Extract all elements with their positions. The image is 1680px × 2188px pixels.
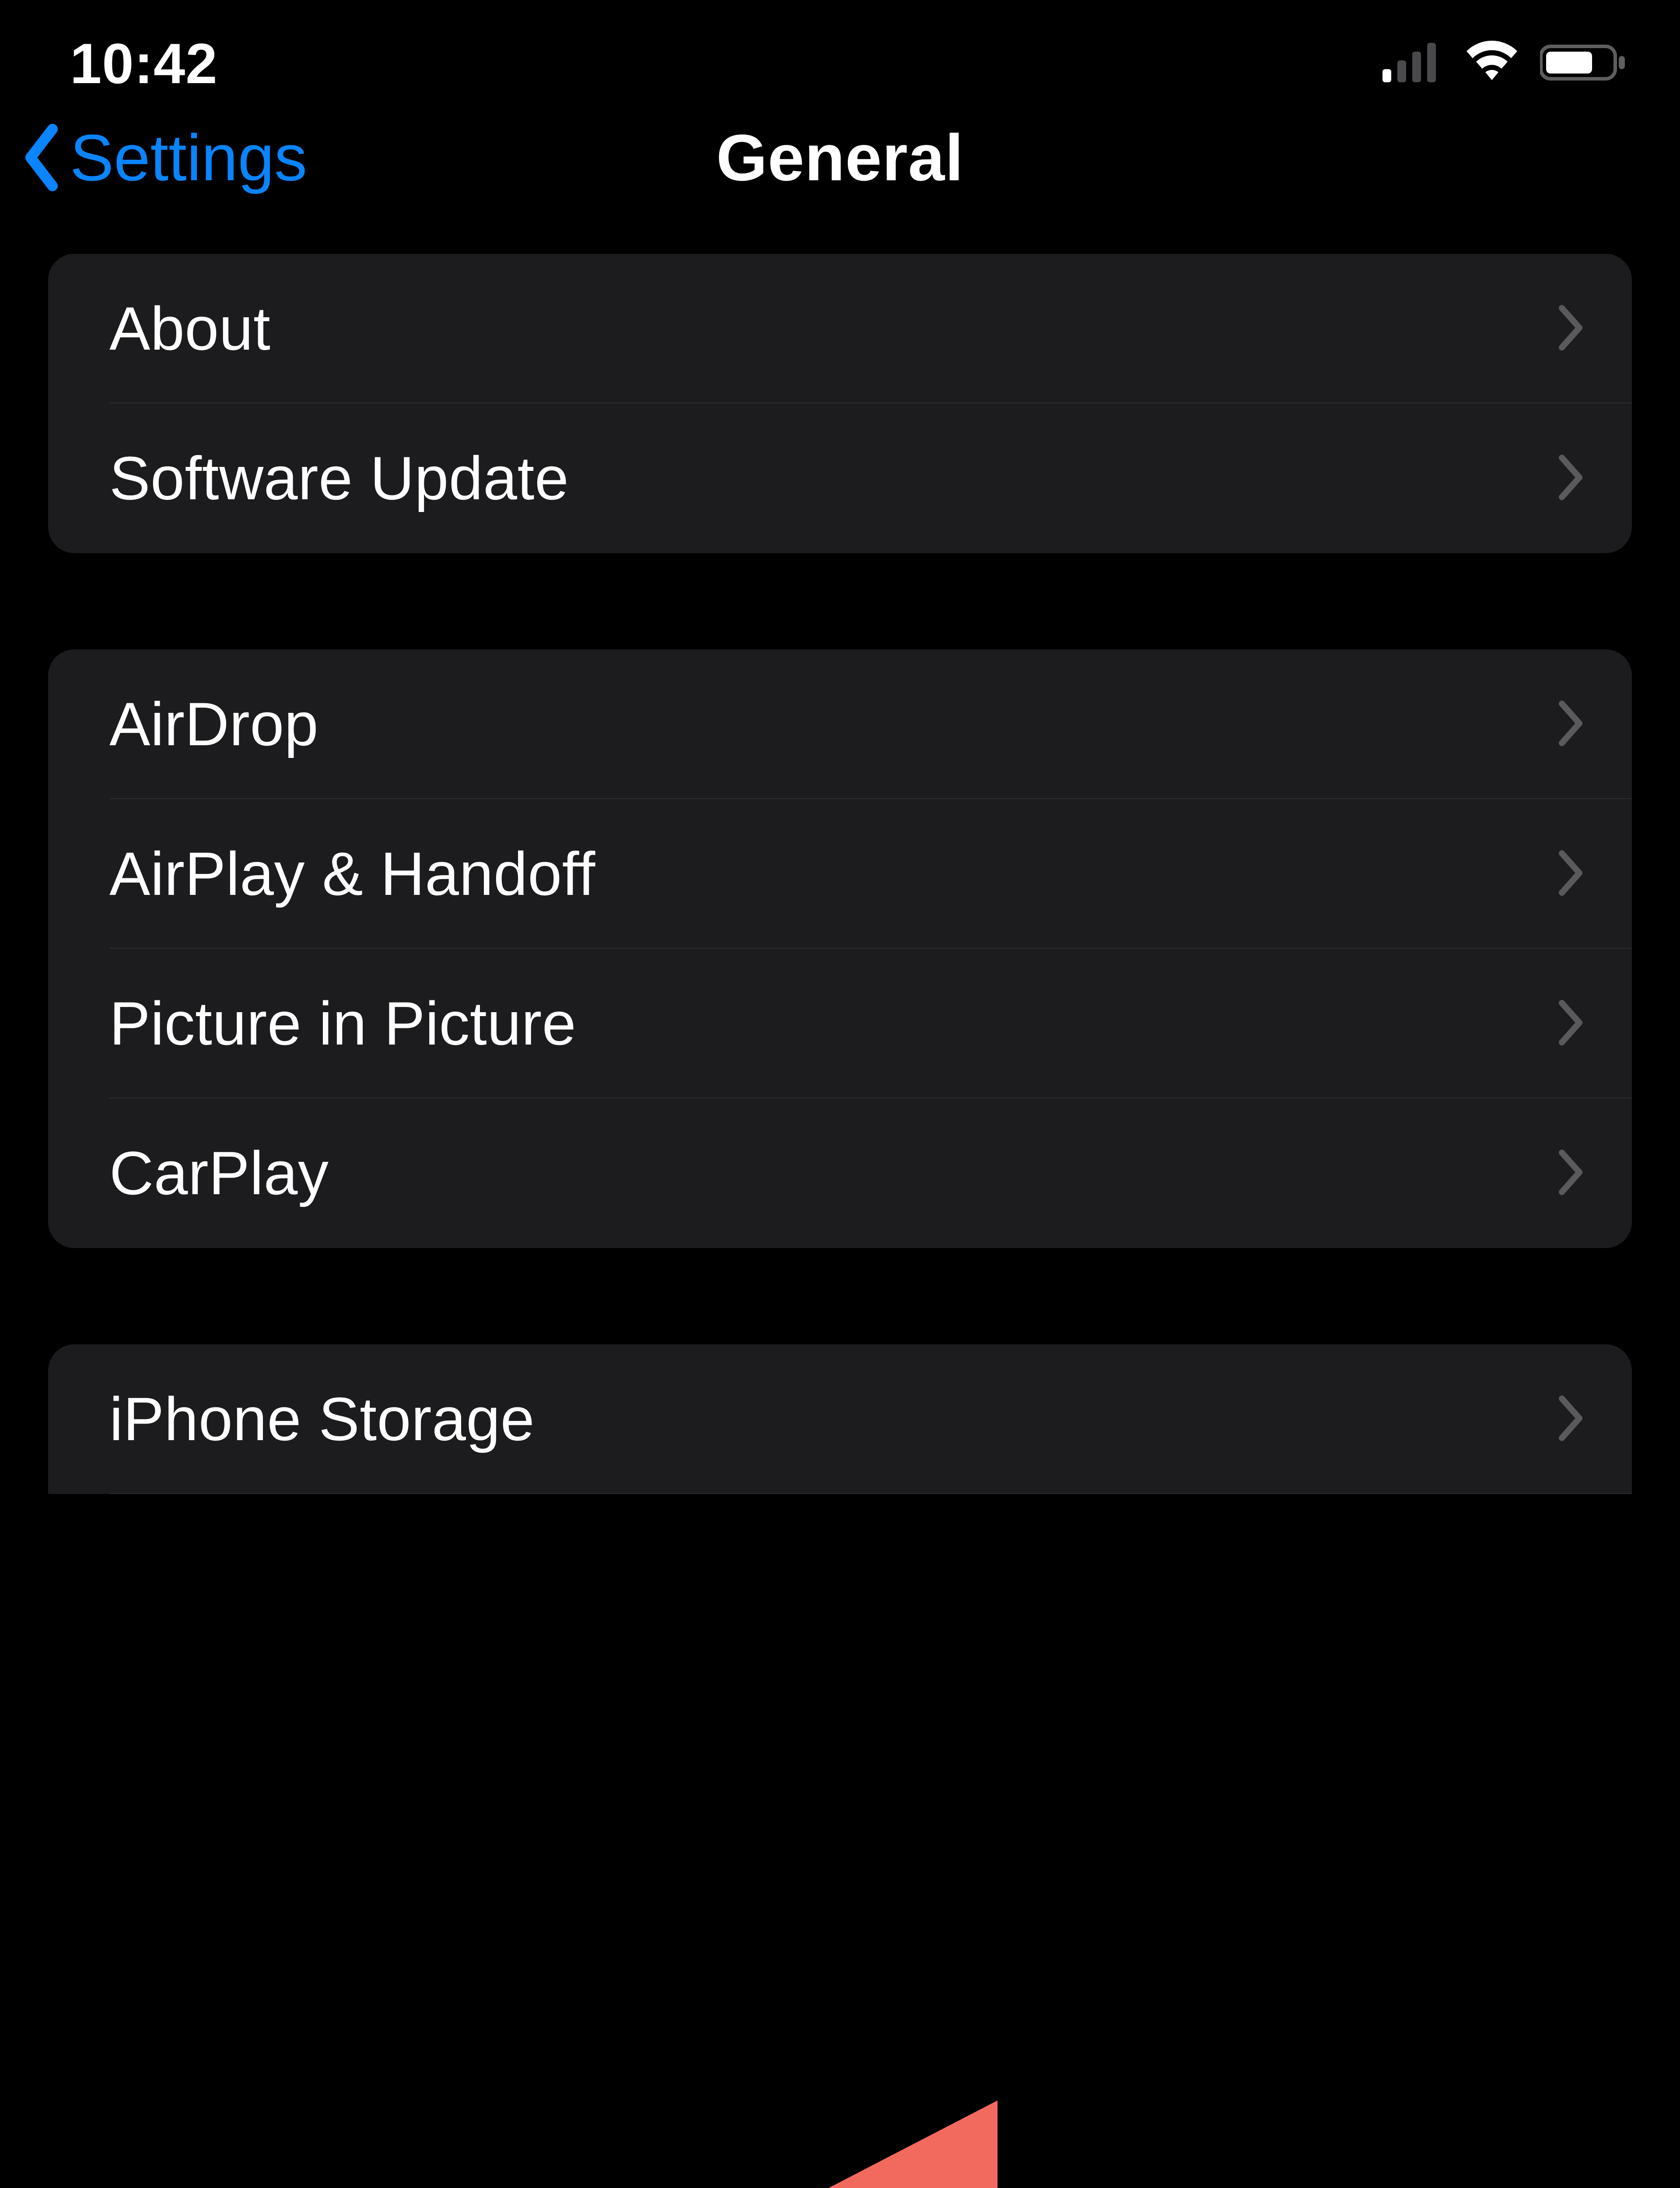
row-label: About bbox=[109, 293, 270, 364]
chevron-right-icon bbox=[1558, 304, 1584, 354]
row-airplay-handoff[interactable]: AirPlay & Handoff bbox=[48, 799, 1632, 949]
row-label: iPhone Storage bbox=[109, 1384, 535, 1455]
chevron-right-icon bbox=[1558, 1148, 1584, 1199]
row-carplay[interactable]: CarPlay bbox=[48, 1098, 1632, 1248]
chevron-right-icon bbox=[1558, 453, 1584, 504]
settings-group-2: AirDrop AirPlay & Handoff Picture in Pic… bbox=[48, 649, 1632, 1248]
chevron-right-icon bbox=[1558, 699, 1584, 750]
chevron-right-icon bbox=[1558, 1394, 1584, 1445]
row-about[interactable]: About bbox=[48, 254, 1632, 403]
settings-list: About Software Update AirDrop AirPla bbox=[0, 254, 1680, 1494]
wifi-icon bbox=[1461, 41, 1522, 87]
nav-bar: Settings General bbox=[0, 114, 1680, 254]
chevron-left-icon bbox=[22, 123, 61, 193]
phone-screen: 10:42 bbox=[0, 0, 1680, 2188]
row-picture-in-picture[interactable]: Picture in Picture bbox=[48, 949, 1632, 1098]
row-software-update[interactable]: Software Update bbox=[48, 403, 1632, 553]
row-label: Software Update bbox=[109, 443, 569, 514]
chevron-right-icon bbox=[1558, 999, 1584, 1049]
battery-icon bbox=[1540, 43, 1628, 84]
row-iphone-storage[interactable]: iPhone Storage bbox=[48, 1344, 1632, 1494]
status-time: 10:42 bbox=[70, 31, 218, 96]
settings-group-3: iPhone Storage bbox=[48, 1344, 1632, 1494]
page-title: General bbox=[716, 120, 964, 196]
settings-group-1: About Software Update bbox=[48, 254, 1632, 553]
chevron-right-icon bbox=[1558, 849, 1584, 899]
row-label: Picture in Picture bbox=[109, 988, 576, 1059]
row-airdrop[interactable]: AirDrop bbox=[48, 649, 1632, 799]
annotation-arrow-icon bbox=[752, 2065, 1540, 2188]
row-label: AirDrop bbox=[109, 689, 318, 760]
back-label: Settings bbox=[70, 120, 307, 196]
row-label: AirPlay & Handoff bbox=[109, 838, 595, 909]
status-icons bbox=[1382, 41, 1628, 87]
back-button[interactable]: Settings bbox=[22, 88, 307, 228]
cellular-icon bbox=[1382, 43, 1444, 84]
row-label: CarPlay bbox=[109, 1138, 329, 1209]
